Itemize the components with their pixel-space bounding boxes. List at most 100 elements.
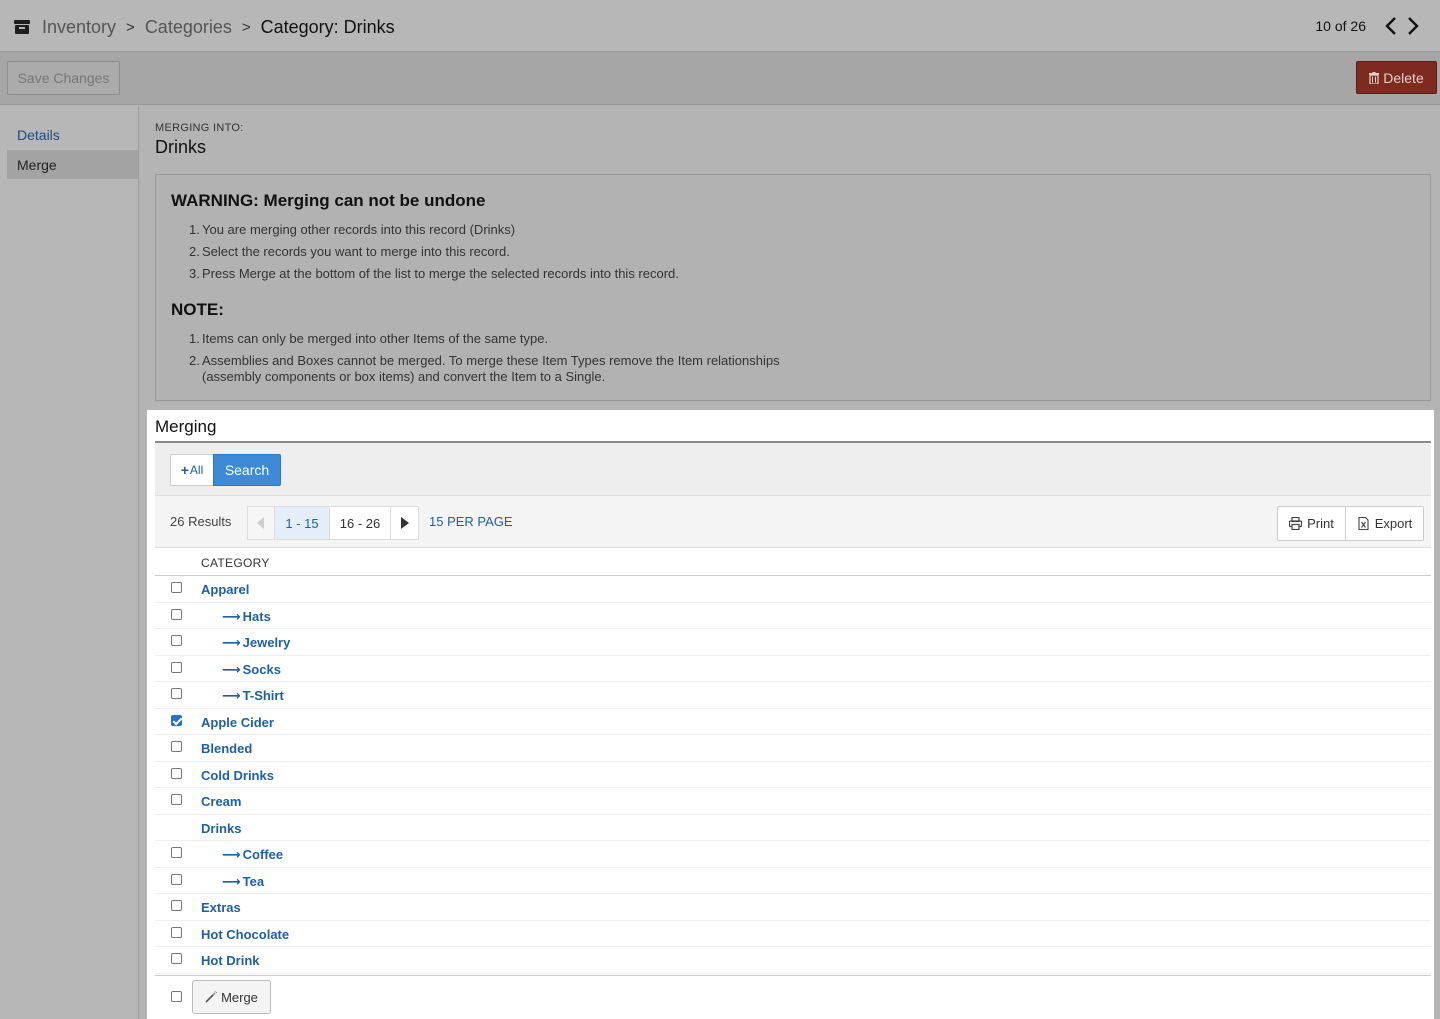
row-checkbox[interactable] bbox=[171, 714, 182, 726]
table-header: CATEGORY bbox=[155, 548, 1431, 576]
row-checkbox[interactable] bbox=[171, 794, 182, 805]
action-toolbar: Save Changes Delete bbox=[0, 52, 1440, 105]
note-item: 1. Items can only be merged into other It… bbox=[189, 331, 549, 346]
table-row: Cream bbox=[155, 788, 1431, 815]
row-checkbox[interactable] bbox=[171, 926, 182, 938]
table-row: Hot Drink bbox=[155, 947, 1431, 974]
print-button[interactable]: Print bbox=[1277, 506, 1346, 541]
warning-step: 3. Press Merge at the bottom of the list … bbox=[189, 266, 679, 281]
warning-step: 1. You are merging other records into thi… bbox=[189, 222, 516, 237]
breadcrumb-separator: > bbox=[126, 18, 135, 36]
page-1-button[interactable]: 1 - 15 bbox=[274, 506, 330, 540]
delete-button-label: Delete bbox=[1383, 69, 1424, 86]
sidebar-item-merge[interactable]: Merge bbox=[7, 150, 138, 179]
row-checkbox[interactable] bbox=[171, 741, 182, 752]
row-checkbox[interactable] bbox=[171, 953, 182, 964]
delete-button[interactable]: Delete bbox=[1356, 61, 1437, 94]
warning-heading: WARNING: Merging can not be undone bbox=[171, 191, 486, 210]
category-link[interactable]: ⟶ T-Shirt bbox=[222, 688, 284, 704]
note-heading: NOTE: bbox=[171, 300, 224, 319]
category-link[interactable]: Cream bbox=[201, 794, 241, 809]
category-list: Apparel ⟶ Hats ⟶ Jewelry ⟶ Socks ⟶ T-Shirt Apple … bbox=[155, 576, 1431, 974]
table-row: Extras bbox=[155, 894, 1431, 921]
arrow-right-icon: ⟶ bbox=[222, 873, 241, 889]
category-link[interactable]: ⟶ Tea bbox=[222, 874, 264, 890]
category-link[interactable]: Apparel bbox=[201, 582, 249, 597]
note-item: 2. Assemblies and Boxes cannot be merged.… bbox=[189, 353, 780, 384]
export-button[interactable]: Export bbox=[1345, 506, 1424, 541]
trash-icon bbox=[1369, 71, 1380, 84]
results-bar: 26 Results 1 - 15 16 - 26 15 PER PAGE Pr… bbox=[155, 496, 1431, 548]
search-bar: + All Search bbox=[155, 443, 1431, 496]
table-row: Apple Cider bbox=[155, 709, 1431, 735]
row-checkbox[interactable] bbox=[171, 635, 182, 646]
caret-left-icon bbox=[257, 517, 264, 529]
breadcrumb-categories[interactable]: Categories bbox=[145, 17, 232, 38]
save-changes-button[interactable]: Save Changes bbox=[7, 61, 120, 95]
arrow-right-icon: ⟶ bbox=[222, 688, 241, 703]
sidebar: Details Merge bbox=[0, 106, 139, 1019]
category-link[interactable]: Apple Cider bbox=[201, 715, 274, 730]
category-link[interactable]: ⟶ Hats bbox=[222, 609, 271, 625]
search-button[interactable]: Search bbox=[213, 454, 281, 486]
category-link[interactable]: Cold Drinks bbox=[201, 768, 274, 783]
table-row: ⟶ Coffee bbox=[155, 841, 1431, 868]
row-checkbox[interactable] bbox=[171, 608, 182, 620]
category-link[interactable]: ⟶ Socks bbox=[222, 662, 281, 678]
table-row: ⟶ Socks bbox=[155, 656, 1431, 682]
page-2-button[interactable]: 16 - 26 bbox=[329, 506, 391, 540]
arrow-right-icon: ⟶ bbox=[222, 661, 241, 677]
add-all-button[interactable]: + All bbox=[170, 454, 214, 486]
category-link[interactable]: Blended bbox=[201, 741, 252, 756]
row-checkbox[interactable] bbox=[171, 688, 182, 699]
magic-wand-icon bbox=[205, 991, 218, 1003]
table-row: Blended bbox=[155, 735, 1431, 762]
warning-steps: 1. You are merging other records into thi… bbox=[189, 222, 829, 288]
row-checkbox[interactable] bbox=[171, 661, 182, 673]
page-next-button[interactable] bbox=[390, 506, 419, 540]
row-checkbox[interactable] bbox=[171, 767, 182, 779]
chevron-right-icon[interactable] bbox=[1402, 14, 1424, 38]
breadcrumb-inventory[interactable]: Inventory bbox=[42, 17, 116, 38]
arrow-right-icon: ⟶ bbox=[222, 608, 241, 624]
table-row: ⟶ T-Shirt bbox=[155, 682, 1431, 709]
row-checkbox[interactable] bbox=[171, 582, 182, 593]
row-checkbox[interactable] bbox=[171, 873, 182, 885]
category-link[interactable]: ⟶ Coffee bbox=[222, 847, 283, 863]
table-row: Hot Chocolate bbox=[155, 921, 1431, 947]
category-link[interactable]: Extras bbox=[201, 900, 241, 915]
category-link[interactable]: Drinks bbox=[201, 821, 241, 836]
merging-into-label: MERGING INTO: bbox=[155, 122, 244, 134]
warning-step: 2. Select the records you want to merge i… bbox=[189, 244, 510, 259]
sidebar-item-details[interactable]: Details bbox=[7, 120, 138, 149]
results-count: 26 Results bbox=[170, 514, 232, 529]
category-link[interactable]: Hot Drink bbox=[201, 953, 260, 968]
select-all-checkbox[interactable] bbox=[171, 991, 182, 1002]
row-checkbox[interactable] bbox=[171, 900, 182, 911]
column-header-category[interactable]: CATEGORY bbox=[201, 556, 270, 570]
table-row: Drinks bbox=[155, 815, 1431, 841]
breadcrumb-separator: > bbox=[241, 18, 251, 36]
archive-box-icon bbox=[14, 20, 30, 34]
record-pager: 10 of 26 bbox=[1315, 14, 1424, 38]
printer-icon bbox=[1289, 517, 1303, 530]
row-checkbox[interactable] bbox=[171, 847, 182, 858]
per-page-selector[interactable]: 15 PER PAGE bbox=[429, 514, 513, 529]
table-row: Cold Drinks bbox=[155, 762, 1431, 788]
excel-file-icon bbox=[1358, 517, 1369, 530]
category-link[interactable]: Hot Chocolate bbox=[201, 927, 289, 942]
arrow-right-icon: ⟶ bbox=[222, 847, 241, 862]
arrow-right-icon: ⟶ bbox=[222, 635, 241, 650]
merge-button[interactable]: Merge bbox=[192, 980, 271, 1014]
table-row: ⟶ Hats bbox=[155, 603, 1431, 629]
chevron-left-icon[interactable] bbox=[1380, 14, 1402, 38]
category-link[interactable]: ⟶ Jewelry bbox=[222, 635, 290, 651]
table-row: Apparel bbox=[155, 576, 1431, 603]
page-prev-button[interactable] bbox=[247, 506, 275, 540]
breadcrumb-current: Category: Drinks bbox=[260, 16, 395, 37]
note-list: 1. Items can only be merged into other It… bbox=[189, 331, 829, 391]
caret-right-icon bbox=[400, 517, 409, 529]
page-title: Drinks bbox=[155, 137, 207, 157]
table-row: ⟶ Jewelry bbox=[155, 629, 1431, 656]
top-header: Inventory > Categories > Category: Drink… bbox=[0, 0, 1440, 52]
